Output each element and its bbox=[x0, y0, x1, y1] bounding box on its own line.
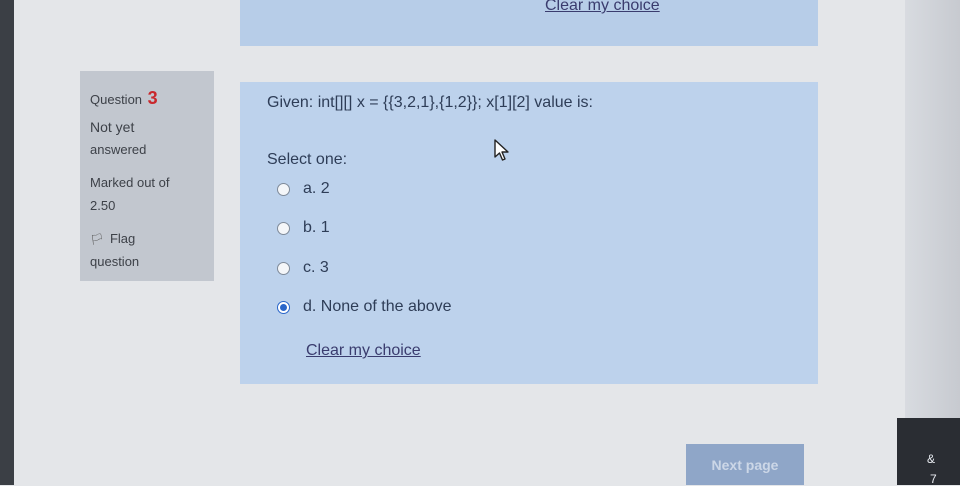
question-number: 3 bbox=[147, 88, 158, 108]
flag-question-button[interactable]: 🏳︎ Flag bbox=[90, 231, 135, 246]
screen-bezel-left bbox=[0, 0, 14, 485]
corner-glyph-top: & bbox=[927, 452, 936, 466]
taskbar-corner: & 7 bbox=[897, 418, 960, 486]
radio-button-selected[interactable] bbox=[277, 300, 290, 314]
previous-question-panel: Clear my choice bbox=[240, 0, 818, 46]
status-text-line2: answered bbox=[90, 142, 147, 157]
question-label: Question bbox=[90, 92, 143, 107]
mouse-cursor-icon bbox=[494, 139, 509, 161]
clear-choice-link[interactable]: Clear my choice bbox=[306, 342, 421, 360]
previous-clear-choice-link[interactable]: Clear my choice bbox=[545, 0, 660, 15]
corner-glyph-bottom: 7 bbox=[930, 472, 937, 486]
option-label: d. None of the above bbox=[303, 298, 452, 315]
option-c[interactable]: c. 3 bbox=[277, 259, 329, 277]
question-number-heading: Question 3 bbox=[90, 88, 158, 109]
option-label: b. 1 bbox=[303, 219, 330, 236]
question-text: Given: int[][] x = {{3,2,1},{1,2}}; x[1]… bbox=[267, 94, 593, 111]
option-d[interactable]: d. None of the above bbox=[277, 298, 452, 316]
option-label: c. 3 bbox=[303, 259, 329, 276]
option-a[interactable]: a. 2 bbox=[277, 180, 330, 198]
status-text-line1: Not yet bbox=[90, 119, 135, 135]
flag-label: Flag bbox=[109, 231, 136, 246]
flag-label-line2[interactable]: question bbox=[90, 254, 139, 269]
radio-button[interactable] bbox=[277, 261, 290, 275]
radio-button[interactable] bbox=[277, 182, 290, 196]
flag-icon: 🏳︎ bbox=[90, 234, 104, 246]
next-page-button[interactable]: Next page bbox=[686, 444, 804, 485]
option-label: a. 2 bbox=[303, 180, 330, 197]
radio-button[interactable] bbox=[277, 221, 290, 235]
marks-value: 2.50 bbox=[90, 198, 116, 213]
marks-label: Marked out of bbox=[90, 175, 170, 190]
select-one-prompt: Select one: bbox=[267, 151, 348, 168]
question-info-panel: Question 3 Not yet answered Marked out o… bbox=[80, 71, 214, 281]
question-panel: Given: int[][] x = {{3,2,1},{1,2}}; x[1]… bbox=[240, 82, 818, 384]
option-b[interactable]: b. 1 bbox=[277, 219, 330, 237]
page-margin-right bbox=[905, 0, 960, 485]
